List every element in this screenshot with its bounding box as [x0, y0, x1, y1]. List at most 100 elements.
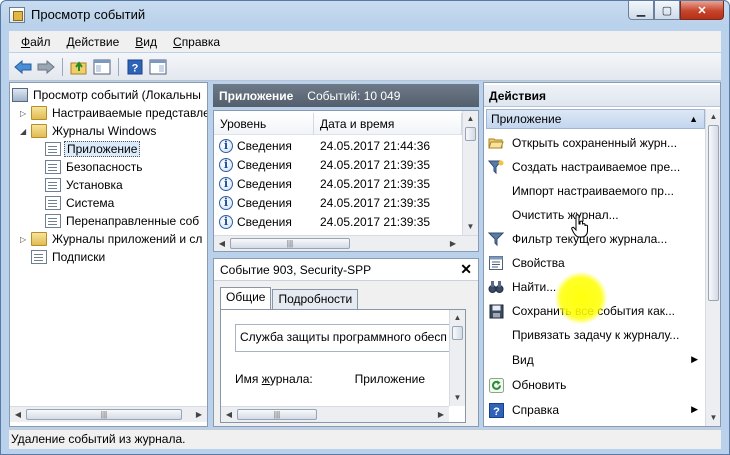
action-save-all-events[interactable]: Сохранить все события как... — [488, 300, 700, 322]
actions-section-application[interactable]: Приложение ▲ — [486, 109, 705, 129]
scroll-thumb[interactable]: ||| — [237, 409, 317, 420]
tree-item-app-service-logs[interactable]: ▷ Журналы приложений и сл — [20, 230, 204, 248]
scroll-left-icon[interactable]: ◀ — [215, 237, 229, 250]
menu-view[interactable]: Вид — [127, 35, 165, 49]
main-area: Просмотр событий (Локальны ▷ Настраиваем… — [9, 82, 721, 427]
scroll-up-icon[interactable]: ▲ — [707, 110, 720, 124]
show-hide-tree-button[interactable] — [92, 57, 112, 77]
information-icon — [219, 214, 233, 229]
close-button[interactable]: ✕ — [680, 1, 724, 20]
hand-cursor-icon — [571, 214, 588, 238]
action-find[interactable]: Найти... — [488, 276, 700, 298]
log-icon — [45, 160, 61, 174]
forward-button[interactable] — [36, 57, 56, 77]
tree-horizontal-scrollbar[interactable]: ◀ ||| ▶ — [10, 406, 207, 422]
folder-icon — [31, 106, 47, 120]
tree-item-custom-views[interactable]: ▷ Настраиваемые представле — [20, 104, 207, 122]
grid-vertical-scrollbar[interactable]: ▲ ▼ — [462, 111, 478, 235]
open-folder-icon — [488, 135, 504, 151]
scroll-up-icon[interactable]: ▲ — [451, 311, 464, 325]
minimize-button[interactable]: ▁ — [628, 1, 654, 20]
scroll-up-icon[interactable]: ▲ — [464, 112, 477, 126]
log-icon — [45, 196, 61, 210]
log-name-value: Приложение — [354, 372, 425, 386]
action-view[interactable]: Вид ▶ — [488, 349, 700, 371]
event-viewer-computer-icon — [12, 88, 28, 102]
scroll-thumb[interactable] — [452, 326, 463, 340]
tree-item-subscriptions[interactable]: Подписки — [31, 248, 107, 266]
view-icon — [488, 352, 504, 368]
scroll-thumb[interactable] — [708, 125, 719, 301]
event-description[interactable]: Служба защиты программного обесп — [235, 324, 461, 352]
scroll-left-icon[interactable]: ◀ — [222, 408, 236, 421]
log-icon — [45, 214, 61, 228]
tree-item-application[interactable]: Приложение — [45, 140, 141, 158]
action-attach-task[interactable]: Привязать задачу к журналу... — [488, 324, 700, 346]
subscriptions-icon — [31, 250, 47, 264]
collapse-icon[interactable]: ◢ — [20, 127, 29, 136]
menu-bar: Файл Действие Вид Справка — [9, 31, 721, 52]
information-icon — [219, 157, 233, 172]
collapse-section-icon[interactable]: ▲ — [689, 110, 698, 128]
toolbar: ? — [9, 53, 721, 81]
log-name: Приложение — [219, 88, 294, 103]
menu-action[interactable]: Действие — [59, 35, 128, 49]
action-open-saved-log[interactable]: Открыть сохраненный журн... — [488, 132, 700, 154]
grid-header: Уровень Дата и время — [214, 113, 462, 135]
tree-item-windows-logs[interactable]: ◢ Журналы Windows — [20, 122, 158, 140]
maximize-button[interactable]: ▢ — [654, 1, 680, 20]
action-help[interactable]: ? Справка ▶ — [488, 399, 700, 421]
tree-item-setup[interactable]: Установка — [45, 176, 125, 194]
column-date[interactable]: Дата и время — [314, 113, 462, 135]
menu-file[interactable]: Файл — [13, 35, 59, 49]
action-create-custom-view[interactable]: Создать настраиваемое пре... — [488, 156, 700, 178]
tree-item-forwarded-events[interactable]: Перенаправленные соб — [45, 212, 201, 230]
scroll-down-icon[interactable]: ▼ — [451, 391, 464, 405]
up-folder-button[interactable] — [69, 57, 89, 77]
status-bar: Удаление событий из журнала. — [9, 429, 721, 449]
details-tabs: Общие Подробности — [220, 287, 359, 309]
tree-item-root[interactable]: Просмотр событий (Локальны — [12, 86, 203, 104]
title-bar[interactable]: Просмотр событий ▁ ▢ ✕ — [1, 1, 729, 29]
action-properties[interactable]: Свойства — [488, 252, 700, 274]
clear-log-icon — [488, 207, 504, 223]
scroll-thumb[interactable]: ||| — [230, 238, 350, 249]
scroll-right-icon[interactable]: ▶ — [192, 408, 206, 421]
show-hide-action-pane-button[interactable] — [148, 57, 168, 77]
detail-horizontal-scrollbar[interactable]: ◀ ||| ▶ — [221, 406, 449, 422]
scroll-thumb[interactable] — [465, 127, 476, 141]
table-row[interactable]: Сведения 24.05.2017 21:39:35 — [214, 174, 462, 193]
information-icon — [219, 195, 233, 210]
tab-general[interactable]: Общие — [220, 287, 272, 309]
information-icon — [219, 176, 233, 191]
action-refresh[interactable]: Обновить — [488, 374, 700, 396]
action-import-custom-view[interactable]: Импорт настраиваемого пр... — [488, 180, 700, 202]
tree-item-security[interactable]: Безопасность — [45, 158, 145, 176]
event-viewer-window: Просмотр событий ▁ ▢ ✕ Файл Действие Вид… — [0, 0, 730, 455]
actions-vertical-scrollbar[interactable]: ▲ ▼ — [705, 109, 720, 426]
scroll-left-icon[interactable]: ◀ — [11, 408, 25, 421]
scroll-down-icon[interactable]: ▼ — [464, 220, 477, 234]
table-row[interactable]: Сведения 24.05.2017 21:39:35 — [214, 155, 462, 174]
table-row[interactable]: Сведения 24.05.2017 21:39:35 — [214, 212, 462, 231]
scroll-thumb[interactable]: ||| — [26, 409, 182, 420]
action-clear-log[interactable]: Очистить журнал... — [488, 204, 700, 226]
scroll-right-icon[interactable]: ▶ — [446, 237, 460, 250]
detail-vertical-scrollbar[interactable]: ▲ ▼ — [449, 310, 465, 406]
tree-item-system[interactable]: Система — [45, 194, 116, 212]
column-level[interactable]: Уровень — [214, 113, 314, 135]
menu-help[interactable]: Справка — [165, 35, 228, 49]
expand-icon[interactable]: ▷ — [20, 109, 29, 118]
help-button[interactable]: ? — [125, 57, 145, 77]
scroll-right-icon[interactable]: ▶ — [434, 408, 448, 421]
grid-horizontal-scrollbar[interactable]: ◀ ||| ▶ — [214, 235, 478, 251]
close-details-icon[interactable]: ✕ — [460, 261, 472, 278]
scroll-down-icon[interactable]: ▼ — [707, 411, 720, 425]
table-row[interactable]: Сведения 24.05.2017 21:44:36 — [214, 136, 462, 155]
tab-details[interactable]: Подробности — [272, 289, 359, 309]
back-button[interactable] — [13, 57, 33, 77]
table-row[interactable]: Сведения 24.05.2017 21:39:35 — [214, 193, 462, 212]
expand-icon[interactable]: ▷ — [20, 235, 29, 244]
action-filter-current-log[interactable]: Фильтр текущего журнала... — [488, 228, 700, 250]
actions-pane: Действия Приложение ▲ Открыть сохраненны… — [483, 82, 721, 427]
